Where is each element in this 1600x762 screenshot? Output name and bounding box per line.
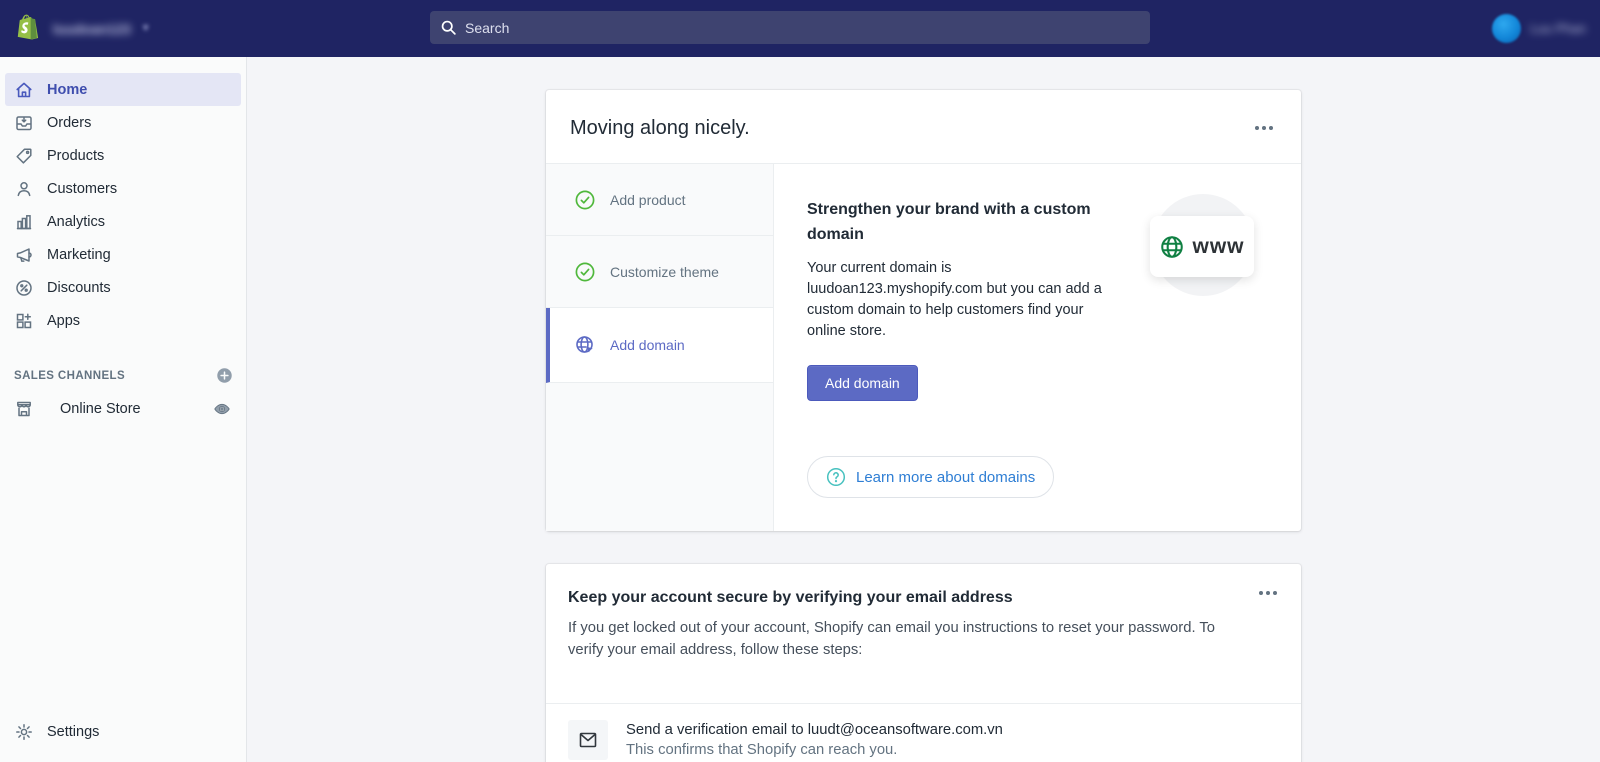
topbar: luudoan123 ▼ Luu Phan — [0, 0, 1600, 57]
orders-icon — [14, 113, 34, 133]
domain-illustration: www — [1150, 194, 1254, 296]
question-circle-icon — [826, 467, 846, 487]
sidebar-item-label: Orders — [47, 114, 92, 131]
email-card-title: Keep your account secure by verifying yo… — [568, 589, 1013, 606]
setup-step-panel: Strengthen your brand with a custom doma… — [774, 164, 1301, 531]
shopify-logo-icon — [17, 14, 39, 40]
setup-guide-card: Moving along nicely. Add product Customi… — [546, 90, 1301, 531]
eye-icon — [214, 403, 230, 414]
step-label: Add domain — [610, 337, 685, 353]
verification-step-subtitle: This confirms that Shopify can reach you… — [626, 742, 898, 758]
check-circle-icon — [574, 261, 596, 283]
verification-step-row: Send a verification email to luudt@ocean… — [546, 704, 1301, 762]
sidebar-item-label: Analytics — [47, 213, 106, 230]
search-icon — [441, 20, 456, 35]
step-label: Customize theme — [610, 263, 719, 280]
panel-body: Your current domain is luudoan123.myshop… — [807, 260, 1102, 339]
www-text: www — [1192, 234, 1245, 258]
user-menu[interactable]: Luu Phan — [1492, 14, 1586, 43]
setup-steps-list: Add product Customize theme Add domain — [546, 164, 774, 531]
sidebar-item-customers[interactable]: Customers — [5, 172, 241, 205]
store-switcher[interactable]: luudoan123 ▼ — [14, 13, 434, 45]
check-circle-icon — [574, 189, 596, 211]
main-content: Moving along nicely. Add product Customi… — [247, 57, 1600, 762]
card-overflow-menu-button[interactable] — [1251, 122, 1277, 134]
verification-step-title: Send a verification email to luudt@ocean… — [626, 722, 1003, 738]
step-label: Add product — [610, 191, 686, 208]
avatar — [1492, 14, 1522, 43]
sidebar-item-orders[interactable]: Orders — [5, 106, 241, 139]
sidebar-item-home[interactable]: Home — [5, 73, 241, 106]
customer-icon — [14, 179, 34, 199]
apps-grid-icon — [14, 311, 34, 331]
chevron-down-icon: ▼ — [140, 23, 151, 34]
sidebar-item-settings[interactable]: Settings — [5, 715, 241, 748]
add-sales-channel-button[interactable] — [216, 367, 233, 384]
bar-chart-icon — [14, 212, 34, 232]
learn-more-domains-link[interactable]: Learn more about domains — [807, 456, 1055, 498]
card-overflow-menu-button[interactable] — [1255, 587, 1281, 599]
step-add-product[interactable]: Add product — [546, 164, 773, 236]
globe-icon — [1161, 235, 1184, 258]
sidebar-item-label: Home — [47, 81, 88, 98]
envelope-icon — [568, 720, 608, 760]
sidebar-item-label: Settings — [47, 723, 100, 740]
sidebar-item-online-store[interactable]: Online Store — [5, 392, 241, 425]
preview-store-button[interactable] — [213, 400, 233, 418]
sidebar-item-label: Online Store — [60, 400, 141, 417]
sidebar-item-label: Products — [47, 147, 105, 164]
discount-icon — [14, 278, 34, 298]
sidebar-item-label: Apps — [47, 312, 81, 329]
sidebar-item-analytics[interactable]: Analytics — [5, 205, 241, 238]
globe-cursor-icon — [574, 334, 596, 356]
home-icon — [14, 80, 34, 100]
sidebar-item-discounts[interactable]: Discounts — [5, 271, 241, 304]
global-search[interactable] — [430, 11, 1150, 44]
step-add-domain[interactable]: Add domain — [546, 308, 773, 383]
plus-circle-icon — [217, 368, 232, 383]
sidebar-item-label: Marketing — [47, 246, 111, 263]
storefront-icon — [14, 399, 34, 419]
sidebar-item-label: Discounts — [47, 279, 111, 296]
email-verification-card: Keep your account secure by verifying yo… — [546, 564, 1301, 762]
gear-icon — [14, 722, 34, 742]
add-domain-button[interactable]: Add domain — [807, 365, 918, 401]
sidebar-item-apps[interactable]: Apps — [5, 304, 241, 337]
sidebar-item-marketing[interactable]: Marketing — [5, 238, 241, 271]
tag-icon — [14, 146, 34, 166]
sales-channels-header: SALES CHANNELS — [14, 367, 233, 384]
sales-channels-label: SALES CHANNELS — [14, 369, 126, 382]
email-card-body: If you get locked out of your account, S… — [568, 620, 1216, 658]
search-input[interactable] — [465, 19, 1140, 36]
step-customize-theme[interactable]: Customize theme — [546, 236, 773, 308]
user-name: Luu Phan — [1530, 21, 1586, 36]
help-link-label: Learn more about domains — [856, 468, 1036, 486]
store-name: luudoan123 — [53, 20, 131, 37]
panel-heading: Strengthen your brand with a custom doma… — [807, 201, 1091, 243]
sidebar: Home Orders Products Customers Analytics… — [0, 57, 247, 762]
megaphone-icon — [14, 245, 34, 265]
sidebar-item-label: Customers — [47, 180, 118, 197]
sidebar-item-products[interactable]: Products — [5, 139, 241, 172]
setup-card-title: Moving along nicely. — [570, 117, 750, 139]
